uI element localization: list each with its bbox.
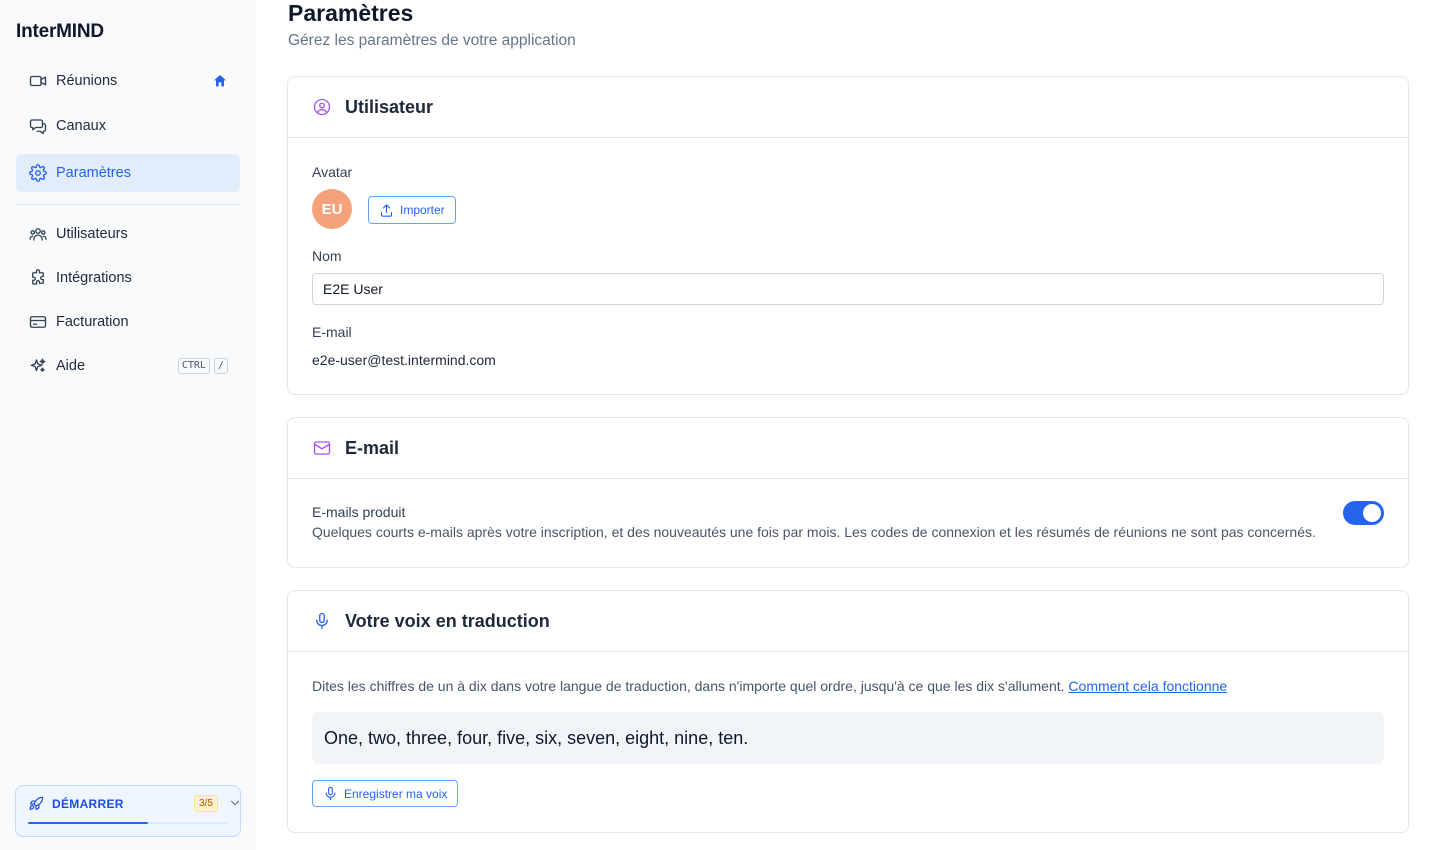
toggle-knob xyxy=(1363,504,1381,522)
product-emails-description: Quelques courts e-mails après votre insc… xyxy=(312,524,1316,540)
sparkles-icon xyxy=(28,356,48,376)
sidebar-item-integrations[interactable]: Intégrations xyxy=(16,259,240,297)
app-brand: InterMIND xyxy=(16,21,104,42)
record-voice-button[interactable]: Enregistrer ma voix xyxy=(312,780,459,807)
microphone-icon xyxy=(313,612,331,630)
name-input[interactable] xyxy=(312,273,1384,305)
video-camera-icon xyxy=(28,71,48,91)
chat-bubbles-icon xyxy=(28,116,48,136)
sidebar-item-facturation[interactable]: Facturation xyxy=(16,303,240,341)
starter-label: DÉMARRER xyxy=(52,797,124,811)
sidebar-item-aide[interactable]: Aide CTRL / xyxy=(16,347,240,385)
sidebar-item-label: Canaux xyxy=(56,118,106,134)
rocket-icon xyxy=(28,796,44,812)
voice-translation-card: Votre voix en traduction Dites les chiff… xyxy=(287,590,1409,833)
email-card-header: E-mail xyxy=(288,418,1408,479)
email-value: e2e-user@test.intermind.com xyxy=(312,352,496,368)
sidebar: InterMIND Réunions Canaux Paramètres Uti… xyxy=(0,0,256,850)
sidebar-item-label: Réunions xyxy=(56,73,118,89)
microphone-icon xyxy=(323,786,338,801)
sidebar-item-label: Facturation xyxy=(56,314,129,330)
user-card-header: Utilisateur xyxy=(288,77,1408,138)
voice-phrase-box: One, two, three, four, five, six, seven,… xyxy=(312,712,1384,764)
email-settings-card: E-mail E-mails produit Quelques courts e… xyxy=(287,417,1409,568)
sidebar-divider xyxy=(16,204,240,205)
shortcut-key-slash: / xyxy=(213,358,228,374)
credit-card-icon xyxy=(28,312,48,332)
envelope-icon xyxy=(313,439,331,457)
sidebar-item-reunions[interactable]: Réunions xyxy=(16,62,240,100)
puzzle-icon xyxy=(28,268,48,288)
users-icon xyxy=(28,224,48,244)
upload-icon xyxy=(379,203,394,218)
sidebar-item-canaux[interactable]: Canaux xyxy=(16,107,240,145)
starter-progress-track xyxy=(28,822,228,824)
product-emails-label: E-mails produit xyxy=(312,504,406,520)
getting-started-panel[interactable]: DÉMARRER 3/5 xyxy=(15,785,241,837)
name-label: Nom xyxy=(312,248,342,264)
how-it-works-link[interactable]: Comment cela fonctionne xyxy=(1068,678,1227,694)
starter-progress-badge: 3/5 xyxy=(194,795,218,812)
gear-icon xyxy=(28,163,48,183)
home-icon xyxy=(212,73,228,89)
sidebar-item-label: Aide xyxy=(56,358,86,374)
voice-card-title: Votre voix en traduction xyxy=(345,610,550,631)
email-card-title: E-mail xyxy=(345,437,400,458)
sidebar-item-utilisateurs[interactable]: Utilisateurs xyxy=(16,215,240,253)
sidebar-item-label: Intégrations xyxy=(56,270,132,286)
avatar: EU xyxy=(312,189,352,229)
email-label: E-mail xyxy=(312,324,352,340)
sidebar-item-label: Utilisateurs xyxy=(56,226,128,242)
page-subtitle: Gérez les paramètres de votre applicatio… xyxy=(288,32,576,49)
user-card-title: Utilisateur xyxy=(345,96,434,117)
voice-card-header: Votre voix en traduction xyxy=(288,591,1408,652)
voice-instructions: Dites les chiffres de un à dix dans votr… xyxy=(312,678,1228,694)
product-emails-toggle[interactable] xyxy=(1343,501,1384,525)
sidebar-item-parametres[interactable]: Paramètres xyxy=(16,154,240,192)
page-title: Paramètres xyxy=(288,0,414,26)
starter-progress-fill xyxy=(28,822,148,824)
chevron-down-icon[interactable] xyxy=(228,796,242,810)
avatar-label: Avatar xyxy=(312,164,353,180)
user-circle-icon xyxy=(313,98,331,116)
shortcut-key-ctrl: CTRL xyxy=(177,358,210,374)
sidebar-item-label: Paramètres xyxy=(56,165,131,181)
import-avatar-button[interactable]: Importer xyxy=(368,196,456,224)
user-settings-card: Utilisateur Avatar EU Importer Nom E-mai… xyxy=(287,76,1409,395)
